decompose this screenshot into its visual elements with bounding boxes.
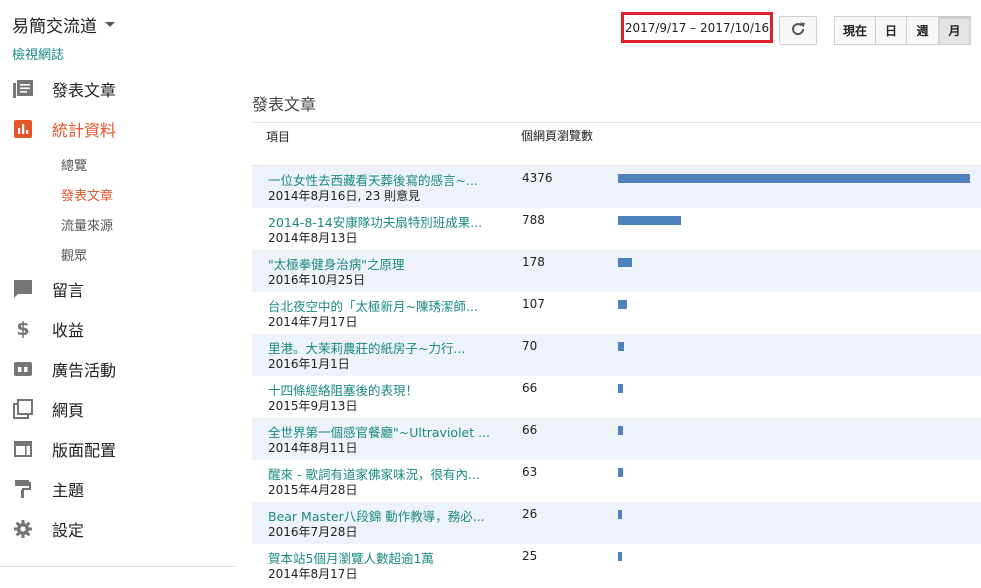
pages-icon <box>13 399 33 419</box>
nav-label: 版面配置 <box>52 441 117 460</box>
nav-label: 發表文章 <box>52 81 117 100</box>
pageview-bar <box>618 384 623 393</box>
pageview-count: 178 <box>522 255 545 269</box>
nav-item-settings[interactable]: 設定 <box>0 509 236 549</box>
nav-item-campaigns[interactable]: 廣告活動 <box>0 349 236 389</box>
sub-item-overview[interactable]: 總覽 <box>61 155 87 174</box>
pageview-count: 788 <box>522 213 545 227</box>
caret-down-icon <box>105 22 115 27</box>
table-row: 2014-8-14安康隊功夫扇特別班成果... 2014年8月13日 788 <box>252 208 981 250</box>
blog-selector[interactable]: 易簡交流道 <box>12 12 115 37</box>
nav-label: 主題 <box>52 481 85 500</box>
nav-item-stats[interactable]: 統計資料 <box>0 109 236 149</box>
pageview-count: 66 <box>522 381 538 395</box>
refresh-button[interactable] <box>779 16 817 45</box>
stats-icon <box>13 119 33 139</box>
pageview-bar <box>618 468 623 477</box>
column-header-views: 個網頁瀏覽數 <box>521 129 594 143</box>
layout-icon <box>13 439 33 459</box>
table-row: 里港。大茉莉農莊的紙房子~力行... 2016年1月1日 70 <box>252 334 981 376</box>
table-row: 一位女性去西藏看天葬後寫的感言~... 2014年8月16日, 23 則意見 437… <box>252 166 981 208</box>
post-date: 2014年8月13日 <box>268 231 358 245</box>
nav-label: 網頁 <box>52 401 85 420</box>
pageview-count: 66 <box>522 423 538 437</box>
nav-item-comments[interactable]: 留言 <box>0 269 236 309</box>
table-header: 項目 個網頁瀏覽數 <box>252 122 981 166</box>
refresh-icon <box>790 21 806 41</box>
sidebar: 易簡交流道 檢視網誌 發表文章 統計資料 總覽 發表文章 流量來源 觀眾 留言 … <box>0 0 236 588</box>
post-date: 2014年8月16日, 23 則意見 <box>268 189 421 203</box>
nav-item-pages[interactable]: 網頁 <box>0 389 236 429</box>
pageview-bar <box>618 426 623 435</box>
pageview-count: 63 <box>522 465 538 479</box>
pageview-bar <box>618 300 627 309</box>
period-day-button[interactable]: 日 <box>875 16 907 45</box>
pageview-bar <box>618 216 681 225</box>
posts-icon <box>13 79 33 99</box>
pageview-bar <box>618 174 970 183</box>
pageview-bar <box>618 258 632 267</box>
nav-label: 統計資料 <box>52 121 117 140</box>
comments-icon <box>13 279 33 299</box>
ad-campaign-icon <box>13 359 33 379</box>
table-row: 全世界第一個感官餐廳"~Ultraviolet ... 2014年8月11日 66 <box>252 418 981 460</box>
dollar-icon: $ <box>16 318 30 340</box>
pageview-count: 4376 <box>522 171 553 185</box>
post-date: 2014年8月11日 <box>268 441 358 455</box>
theme-icon <box>13 479 33 499</box>
post-date: 2015年4月28日 <box>268 483 358 497</box>
table-row: 十四條經絡阻塞後的表現！ 2015年9月13日 66 <box>252 376 981 418</box>
post-date: 2016年7月28日 <box>268 525 358 539</box>
period-month-button[interactable]: 月 <box>938 16 971 45</box>
nav-item-layout[interactable]: 版面配置 <box>0 429 236 469</box>
pageview-bar <box>618 342 624 351</box>
post-date: 2014年7月17日 <box>268 315 358 329</box>
sub-item-audience[interactable]: 觀眾 <box>61 245 87 264</box>
nav-item-theme[interactable]: 主題 <box>0 469 236 509</box>
sub-item-traffic-sources[interactable]: 流量來源 <box>61 215 113 234</box>
pageview-count: 26 <box>522 507 538 521</box>
nav-label: 設定 <box>52 521 85 540</box>
table-row: "太極拳健身治病"之原理 2016年10月25日 178 <box>252 250 981 292</box>
section-title: 發表文章 <box>252 95 317 114</box>
table-row: 台北夜空中的「太極新月~陳琇潔師... 2014年7月17日 107 <box>252 292 981 334</box>
post-date: 2016年1月1日 <box>268 357 350 371</box>
view-blog-link[interactable]: 檢視網誌 <box>12 44 64 63</box>
pageview-bar <box>618 552 622 561</box>
table-row: 醒來 - 歌詞有道家佛家味況，很有內... 2015年4月28日 63 <box>252 460 981 502</box>
pageview-bar <box>618 510 622 519</box>
period-week-button[interactable]: 週 <box>906 16 939 45</box>
settings-gear-icon <box>13 519 33 539</box>
pageview-count: 70 <box>522 339 538 353</box>
sub-item-posts[interactable]: 發表文章 <box>61 185 113 204</box>
period-selector: 現在 日 週 月 <box>834 16 971 45</box>
post-date: 2016年10月25日 <box>268 273 366 287</box>
nav-label: 留言 <box>52 281 85 300</box>
nav-item-posts[interactable]: 發表文章 <box>0 69 236 109</box>
date-range-selector[interactable]: 2017/9/17 – 2017/10/16 <box>621 12 773 43</box>
table-row: Bear Master八段錦 動作教導，務必... 2016年7月28日 26 <box>252 502 981 544</box>
table-row: 賀本站5個月瀏覽人數超逾1萬 2014年8月17日 25 <box>252 544 981 586</box>
period-now-button[interactable]: 現在 <box>834 16 876 45</box>
blog-title: 易簡交流道 <box>12 17 97 37</box>
post-date: 2014年8月17日 <box>268 567 358 581</box>
pageview-count: 25 <box>522 549 538 563</box>
nav-label: 收益 <box>52 321 85 340</box>
sidebar-divider <box>0 566 236 567</box>
nav-item-earnings[interactable]: $ 收益 <box>0 309 236 349</box>
posts-stats-table: 項目 個網頁瀏覽數 一位女性去西藏看天葬後寫的感言~... 2014年8月16日,… <box>252 122 981 586</box>
post-date: 2015年9月13日 <box>268 399 358 413</box>
nav-label: 廣告活動 <box>52 361 117 380</box>
pageview-count: 107 <box>522 297 545 311</box>
column-header-item: 項目 <box>266 130 291 144</box>
